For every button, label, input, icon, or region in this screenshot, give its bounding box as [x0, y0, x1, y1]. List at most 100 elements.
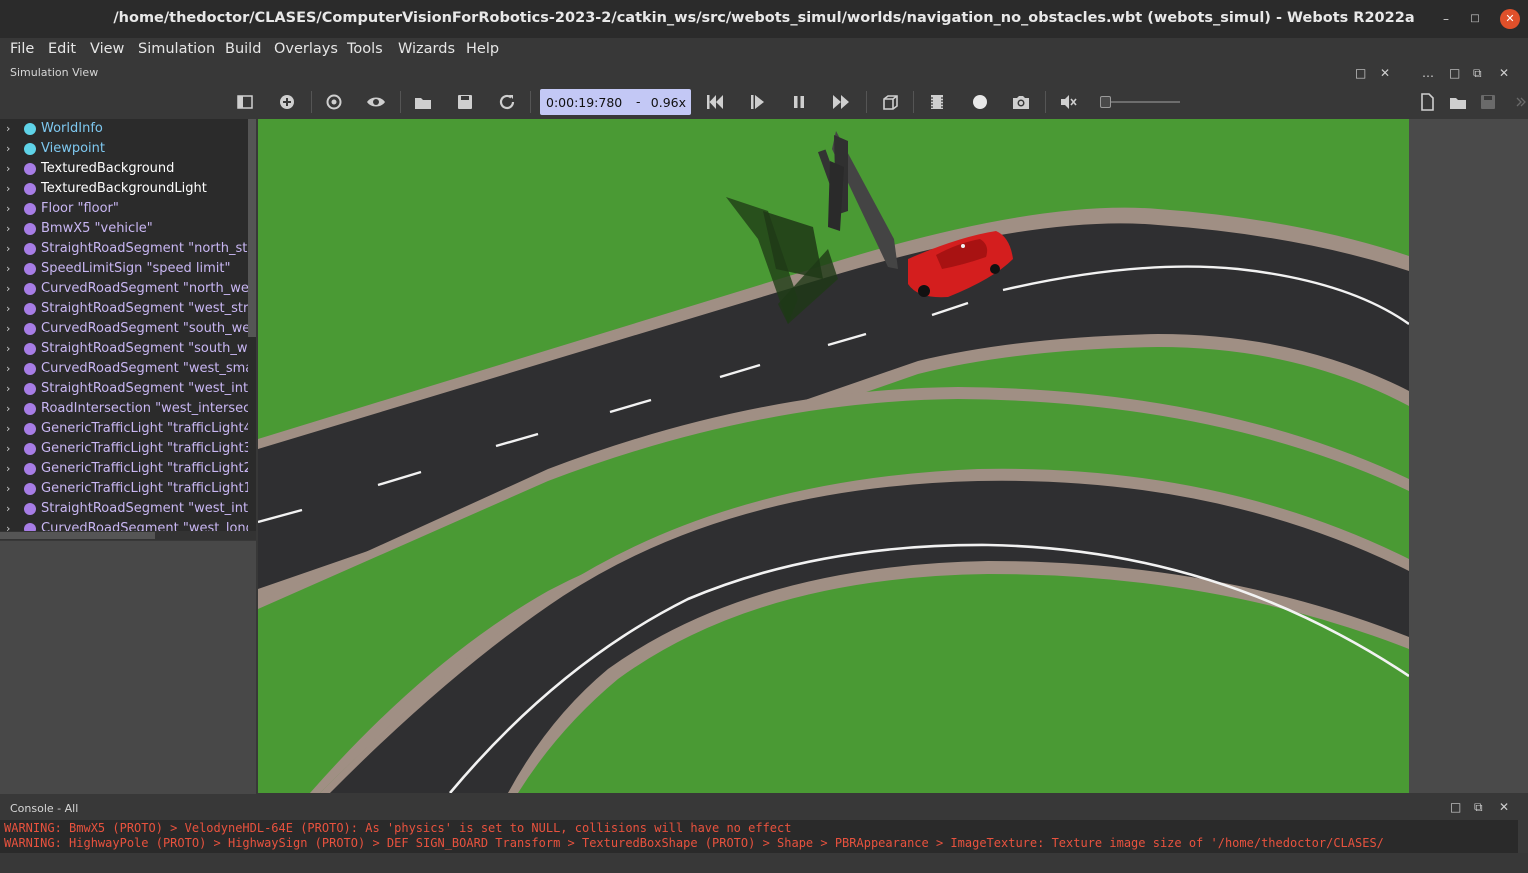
scene-tree-item[interactable]: › SpeedLimitSign "speed limit" [0, 259, 248, 279]
open-file-icon[interactable] [1447, 91, 1469, 113]
mute-icon[interactable] [1057, 91, 1079, 113]
scene-tree-item[interactable]: › CurvedRoadSegment "west_small_ [0, 359, 248, 379]
fullscreen-icon[interactable] [926, 91, 948, 113]
scene-tree-item[interactable]: › RoadIntersection "west_intersectio [0, 399, 248, 419]
node-icon [24, 263, 36, 275]
scene-tree-item[interactable]: › StraightRoadSegment "south_west [0, 339, 248, 359]
step-back-icon[interactable] [704, 91, 726, 113]
expand-arrow-icon[interactable]: › [6, 222, 10, 235]
reset-viewpoint-icon[interactable] [323, 91, 345, 113]
volume-slider-track[interactable] [1100, 101, 1180, 103]
save-world-icon[interactable] [454, 91, 476, 113]
expand-arrow-icon[interactable]: › [6, 282, 10, 295]
fast-forward-icon[interactable] [830, 91, 852, 113]
editor-maximize-icon[interactable]: □ [1449, 66, 1460, 80]
3d-view[interactable] [258, 119, 1409, 793]
reload-world-icon[interactable] [496, 91, 518, 113]
scene-tree-item[interactable]: › GenericTrafficLight "trafficLight3_v [0, 439, 248, 459]
eye-icon[interactable] [365, 91, 387, 113]
scene-tree-horizontal-scrollbar-thumb[interactable] [0, 532, 155, 539]
node-icon [24, 243, 36, 255]
expand-arrow-icon[interactable]: › [6, 302, 10, 315]
expand-arrow-icon[interactable]: › [6, 182, 10, 195]
console-float-icon[interactable]: ⧉ [1474, 800, 1483, 814]
view-box-icon[interactable] [879, 91, 901, 113]
scene-tree-item-label: StraightRoadSegment "south_west [41, 341, 248, 356]
toggle-scene-tree-icon[interactable] [234, 91, 256, 113]
toolbar-separator [400, 91, 401, 113]
expand-arrow-icon[interactable]: › [6, 342, 10, 355]
save-file-icon[interactable] [1477, 91, 1499, 113]
close-icon[interactable]: ✕ [1500, 9, 1520, 29]
scene-tree-item[interactable]: › CurvedRoadSegment "north_west_ [0, 279, 248, 299]
dock-more-icon[interactable]: … [1422, 66, 1434, 80]
node-icon [24, 183, 36, 195]
toolbar-overflow-icon[interactable] [1510, 91, 1526, 113]
maximize-icon[interactable]: □ [1465, 9, 1485, 29]
volume-slider-handle[interactable] [1100, 96, 1111, 108]
editor-float-icon[interactable]: ⧉ [1473, 66, 1482, 80]
screenshot-icon[interactable] [1010, 91, 1032, 113]
expand-arrow-icon[interactable]: › [6, 322, 10, 335]
scene-tree-item[interactable]: › WorldInfo [0, 119, 248, 139]
scene-tree: › WorldInfo › Viewpoint › TexturedBackground ›… [0, 119, 256, 540]
menu-edit[interactable]: Edit [48, 41, 76, 57]
node-icon [24, 483, 36, 495]
add-node-icon[interactable] [276, 91, 298, 113]
minimize-icon[interactable]: – [1436, 9, 1456, 29]
open-world-icon[interactable] [412, 91, 434, 113]
expand-arrow-icon[interactable]: › [6, 202, 10, 215]
expand-arrow-icon[interactable]: › [6, 462, 10, 475]
scene-tree-item[interactable]: › StraightRoadSegment "west_inters [0, 379, 248, 399]
scene-tree-item[interactable]: › BmwX5 "vehicle" [0, 219, 248, 239]
menu-help[interactable]: Help [466, 41, 499, 57]
scene-tree-item[interactable]: › StraightRoadSegment "north_straig [0, 239, 248, 259]
step-icon[interactable] [746, 91, 768, 113]
expand-arrow-icon[interactable]: › [6, 422, 10, 435]
editor-close-icon[interactable]: ✕ [1499, 66, 1509, 80]
expand-arrow-icon[interactable]: › [6, 142, 10, 155]
menu-file[interactable]: File [10, 41, 34, 57]
scene-tree-item[interactable]: › CurvedRoadSegment "south_west_ [0, 319, 248, 339]
expand-arrow-icon[interactable]: › [6, 362, 10, 375]
new-file-icon[interactable] [1416, 91, 1438, 113]
scene-tree-item[interactable]: › Viewpoint [0, 139, 248, 159]
expand-arrow-icon[interactable]: › [6, 242, 10, 255]
expand-arrow-icon[interactable]: › [6, 262, 10, 275]
console-maximize-icon[interactable]: □ [1450, 800, 1461, 814]
expand-arrow-icon[interactable]: › [6, 122, 10, 135]
dock-float-icon[interactable]: □ [1355, 66, 1366, 80]
status-bar [0, 853, 1528, 873]
dock-close-icon[interactable]: ✕ [1380, 66, 1390, 80]
scene-tree-item[interactable]: › StraightRoadSegment "west_straig [0, 299, 248, 319]
scene-tree-item[interactable]: › GenericTrafficLight "trafficLight1_v [0, 479, 248, 499]
scene-tree-item[interactable]: › TexturedBackground [0, 159, 248, 179]
expand-arrow-icon[interactable]: › [6, 402, 10, 415]
menu-simulation[interactable]: Simulation [138, 41, 215, 57]
menu-view[interactable]: View [90, 41, 124, 57]
menu-wizards[interactable]: Wizards [398, 41, 455, 57]
menu-build[interactable]: Build [225, 41, 261, 57]
console-header: Console - All □ ⧉ ✕ [0, 795, 1528, 820]
scene-tree-item[interactable]: › Floor "floor" [0, 199, 248, 219]
expand-arrow-icon[interactable]: › [6, 502, 10, 515]
scene-tree-item-label: SpeedLimitSign "speed limit" [41, 261, 231, 276]
expand-arrow-icon[interactable]: › [6, 482, 10, 495]
menu-overlays[interactable]: Overlays [274, 41, 338, 57]
expand-arrow-icon[interactable]: › [6, 162, 10, 175]
expand-arrow-icon[interactable]: › [6, 442, 10, 455]
console-output[interactable]: WARNING: BmwX5 (PROTO) > VelodyneHDL-64E… [0, 820, 1518, 853]
pause-icon[interactable] [788, 91, 810, 113]
record-icon[interactable] [969, 91, 991, 113]
scene-tree-item[interactable]: › StraightRoadSegment "west_inters [0, 499, 248, 519]
console-close-icon[interactable]: ✕ [1499, 800, 1509, 814]
scene-tree-item[interactable]: › GenericTrafficLight "trafficLight4_v [0, 419, 248, 439]
expand-arrow-icon[interactable]: › [6, 382, 10, 395]
scene-tree-item[interactable]: › GenericTrafficLight "trafficLight2_v [0, 459, 248, 479]
3d-scene[interactable] [258, 119, 1409, 793]
simulation-time-display: 0:00:19:780 - 0.96x [540, 89, 691, 115]
console-scrollbar[interactable] [1518, 820, 1528, 853]
scene-tree-item[interactable]: › TexturedBackgroundLight [0, 179, 248, 199]
scene-tree-scrollbar-thumb[interactable] [248, 119, 256, 337]
menu-tools[interactable]: Tools [347, 41, 383, 57]
